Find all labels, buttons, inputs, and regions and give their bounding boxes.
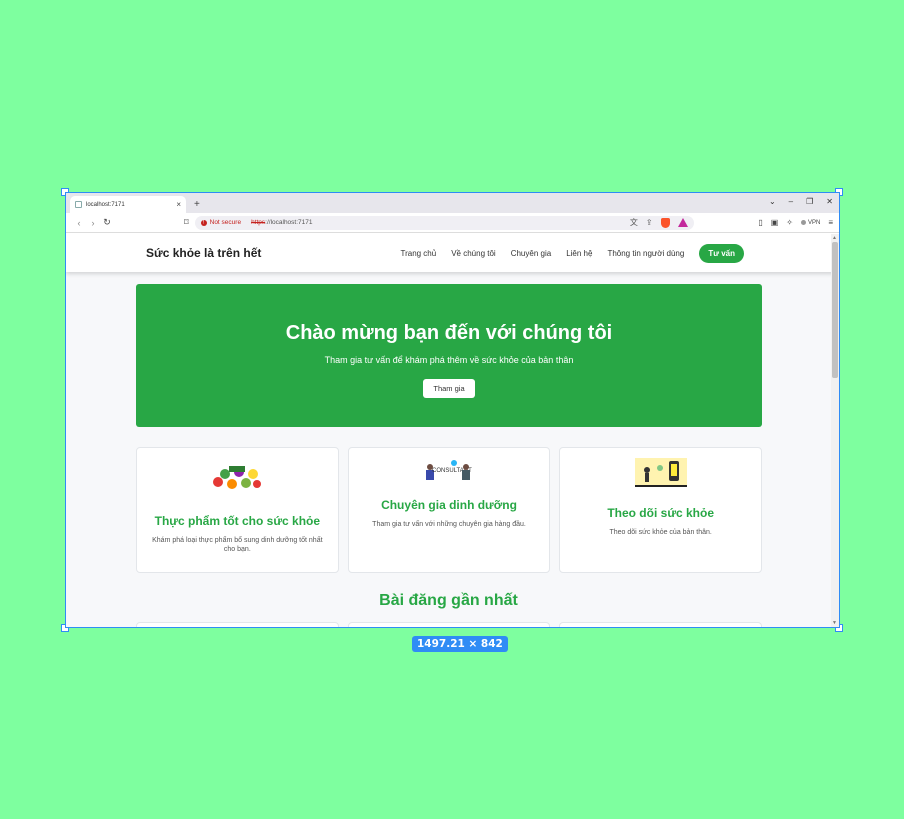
page-scrollbar[interactable]: ▲ ▼	[831, 234, 839, 627]
tab-close-icon[interactable]: ×	[176, 200, 181, 209]
new-tab-button[interactable]: +	[194, 199, 200, 210]
vpn-label: VPN	[807, 219, 821, 226]
vpn-status-icon	[800, 220, 806, 225]
address-bar[interactable]: ! Not secure https://localhost:7171 文 ⇪	[194, 215, 694, 230]
hero-title: Chào mừng bạn đến với chúng tôi	[285, 322, 613, 344]
post-card[interactable]	[559, 622, 763, 627]
translate-icon[interactable]: 文	[630, 217, 638, 228]
feature-card-food: Thực phẩm tốt cho sức khỏe Khám phá loại…	[136, 447, 339, 573]
window-controls: ⌄ – ❐ ✕	[769, 197, 833, 206]
nav-contact[interactable]: Liên hệ	[566, 249, 592, 258]
browser-toolbar: ‹ › ↻ ⌑ ! Not secure https://localhost:7…	[66, 213, 839, 233]
recent-posts-title: Bài đăng gần nhất	[379, 592, 518, 609]
scroll-thumb[interactable]	[832, 242, 838, 378]
recent-posts-list	[136, 622, 763, 627]
scroll-up-icon[interactable]: ▲	[832, 235, 837, 241]
scroll-down-icon[interactable]: ▼	[832, 620, 837, 626]
feature-card-experts: CONSULTANT Chuyên gia dinh dưỡng Tham gi…	[347, 447, 551, 573]
leo-ai-icon[interactable]: ✧	[786, 218, 793, 227]
security-label: Not secure	[209, 219, 242, 226]
tab-strip: localhost:7171 × + ⌄ – ❐ ✕	[66, 193, 839, 213]
address-bar-actions: 文 ⇪	[630, 217, 688, 228]
card-title: Theo dõi sức khỏe	[607, 506, 715, 520]
hero-banner: Chào mừng bạn đến với chúng tôi Tham gia…	[136, 284, 762, 427]
minimize-icon[interactable]: –	[789, 197, 793, 206]
site-brand[interactable]: Sức khỏe là trên hết	[146, 246, 261, 260]
page-viewport: Sức khỏe là trên hết Trang chủ Về chúng …	[66, 234, 839, 627]
tab-title: localhost:7171	[86, 201, 125, 208]
join-button[interactable]: Tham gia	[423, 379, 475, 398]
security-indicator[interactable]: ! Not secure	[200, 219, 242, 226]
nav-about[interactable]: Về chúng tôi	[451, 249, 495, 258]
feature-card-tracking: Theo dõi sức khỏe Theo dõi sức khỏe của …	[559, 447, 763, 573]
menu-icon[interactable]: ≡	[828, 218, 833, 227]
post-card[interactable]	[136, 622, 339, 627]
toolbar-right: ▯ ▣ ✧ VPN ≡	[758, 218, 833, 227]
url-scheme: https	[251, 219, 266, 226]
page-favicon-icon	[75, 201, 82, 208]
post-card[interactable]	[347, 622, 551, 627]
nav-user-info[interactable]: Thông tin người dùng	[607, 249, 684, 258]
url-text[interactable]: https://localhost:7171	[251, 219, 312, 226]
browser-tab[interactable]: localhost:7171 ×	[70, 196, 186, 213]
dimension-badge: 1497.21 × 842	[412, 636, 508, 652]
brave-shields-icon[interactable]	[660, 217, 670, 228]
card-text: Theo dõi sức khỏe của bản thân.	[609, 529, 712, 536]
card-text: Khám phá loại thực phẩm bổ sung dinh dưỡ…	[152, 537, 323, 554]
restore-icon[interactable]: ❐	[806, 197, 813, 206]
browser-window: localhost:7171 × + ⌄ – ❐ ✕ ‹ › ↻ ⌑ ! Not…	[65, 192, 840, 628]
close-window-icon[interactable]: ✕	[826, 197, 833, 206]
card-title: Chuyên gia dinh dưỡng	[381, 498, 517, 512]
consultant-illustration: CONSULTANT	[359, 458, 540, 482]
health-tracking-illustration	[570, 458, 751, 488]
hero-subtitle: Tham gia tư vấn để khám phá thêm về sức …	[324, 355, 574, 365]
card-text: Tham gia tư vấn với những chuyên gia hàn…	[372, 521, 526, 528]
vpn-button[interactable]: VPN	[800, 219, 821, 226]
card-title: Thực phẩm tốt cho sức khỏe	[154, 514, 321, 528]
brave-rewards-icon[interactable]	[677, 218, 688, 227]
site-menu: Trang chủ Về chúng tôi Chuyên gia Liên h…	[400, 243, 744, 263]
site-navbar: Sức khỏe là trên hết Trang chủ Về chúng …	[66, 234, 839, 272]
sidebar-icon[interactable]: ▯	[758, 218, 762, 227]
forward-icon[interactable]: ›	[86, 218, 100, 228]
consult-button[interactable]: Tư vấn	[699, 243, 744, 263]
bookmark-icon[interactable]: ⌑	[184, 217, 189, 228]
reload-icon[interactable]: ↻	[100, 217, 114, 228]
share-icon[interactable]: ⇪	[646, 218, 653, 227]
tab-search-icon[interactable]: ⌄	[769, 197, 776, 206]
url-host: ://localhost:7171	[265, 219, 313, 226]
wallet-icon[interactable]: ▣	[771, 218, 779, 227]
nav-experts[interactable]: Chuyên gia	[511, 249, 551, 258]
feature-cards: Thực phẩm tốt cho sức khỏe Khám phá loại…	[136, 447, 763, 573]
nav-home[interactable]: Trang chủ	[400, 249, 436, 258]
warning-icon: !	[200, 219, 207, 226]
healthy-food-illustration	[147, 462, 328, 492]
back-icon[interactable]: ‹	[72, 218, 86, 228]
